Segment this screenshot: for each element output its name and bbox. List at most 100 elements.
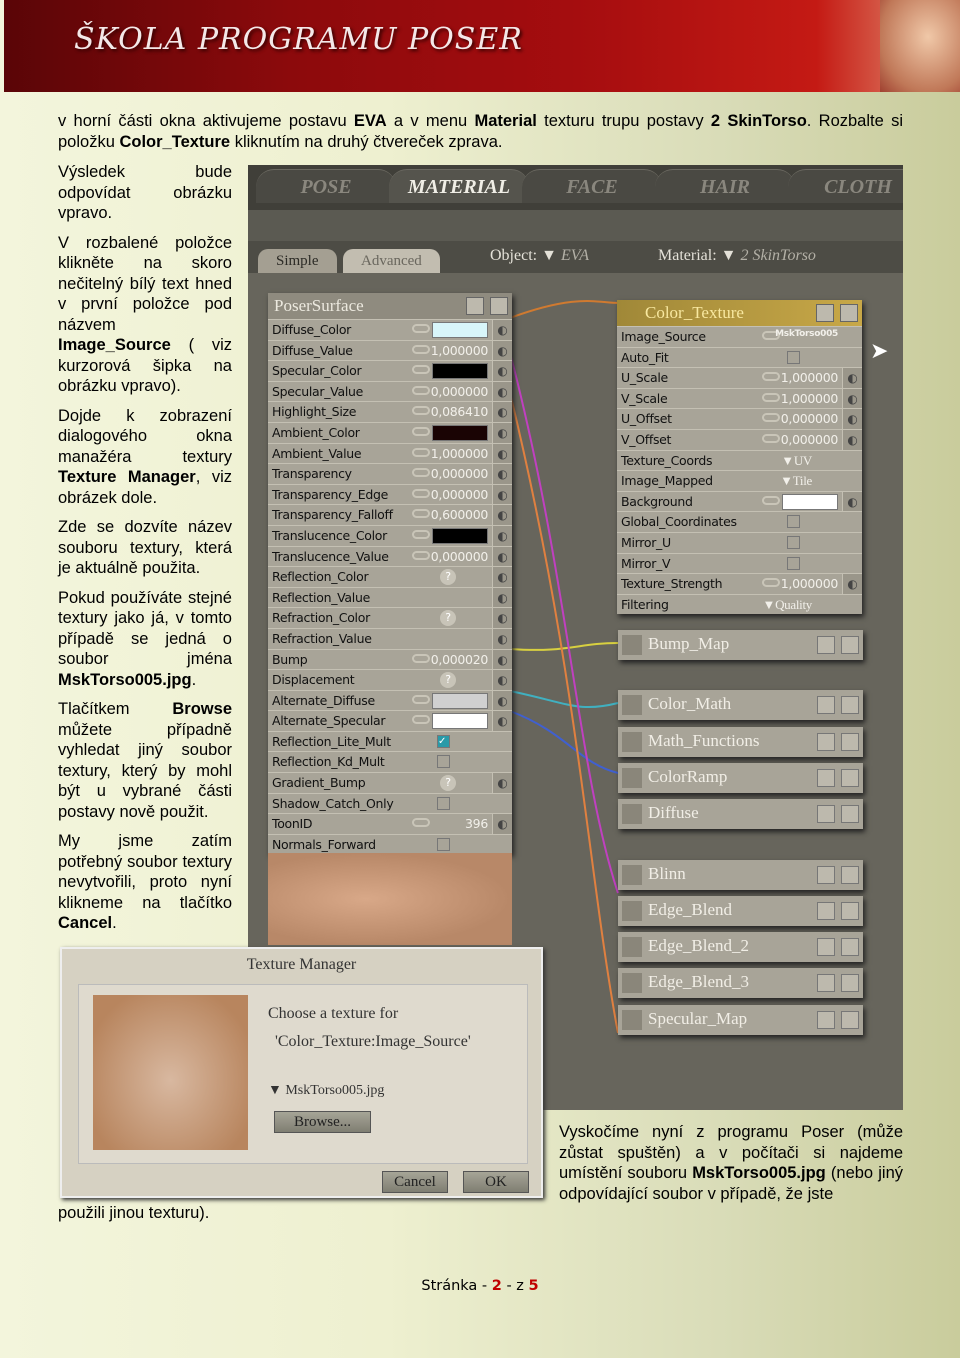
link-icon[interactable] <box>762 433 780 443</box>
tab-hair[interactable]: HAIR <box>655 169 795 203</box>
collapse-icon[interactable] <box>840 304 858 322</box>
link-icon[interactable] <box>412 468 430 478</box>
input-plug-icon[interactable]: ◐ <box>492 422 512 443</box>
input-plug-icon[interactable]: ◐ <box>492 649 512 670</box>
options-icon[interactable] <box>817 902 835 920</box>
input-plug-icon[interactable]: ◐ <box>492 505 512 526</box>
input-plug-icon[interactable]: ◐ <box>492 464 512 485</box>
input-plug-icon[interactable]: ◐ <box>492 402 512 423</box>
link-icon[interactable] <box>412 324 430 333</box>
checkbox[interactable] <box>437 796 450 810</box>
color-swatch[interactable] <box>782 493 838 510</box>
node-edge-blend-3[interactable]: Edge_Blend_3 <box>618 968 863 998</box>
help-icon[interactable]: ? <box>440 610 456 627</box>
input-plug-icon[interactable]: ◐ <box>492 773 512 794</box>
options-icon[interactable] <box>817 733 835 751</box>
link-icon[interactable] <box>412 344 430 354</box>
param-value[interactable]: 0,086410 <box>431 404 489 419</box>
browse-button[interactable]: Browse... <box>274 1111 371 1133</box>
checkbox[interactable] <box>437 755 450 769</box>
link-icon[interactable] <box>412 818 430 828</box>
tab-simple[interactable]: Simple <box>258 249 337 275</box>
checkbox[interactable] <box>787 515 800 529</box>
link-icon[interactable] <box>412 653 430 663</box>
node-bump-map[interactable]: Bump_Map <box>618 630 863 660</box>
link-icon[interactable] <box>412 447 430 457</box>
object-selector[interactable]: Object: ▼ EVA <box>490 247 589 265</box>
expand-icon[interactable] <box>841 696 859 714</box>
color-swatch[interactable] <box>432 713 488 730</box>
link-icon[interactable] <box>412 715 430 725</box>
collapse-icon[interactable] <box>490 297 508 315</box>
input-plug-icon[interactable]: ◐ <box>842 409 862 430</box>
options-icon[interactable] <box>817 696 835 714</box>
tab-pose[interactable]: POSE <box>256 169 396 203</box>
checkbox[interactable]: ✓ <box>437 734 450 748</box>
options-icon[interactable] <box>817 636 835 654</box>
input-plug-icon[interactable]: ◐ <box>492 690 512 711</box>
param-value[interactable]: 396 <box>465 816 488 831</box>
options-icon[interactable] <box>817 769 835 787</box>
link-icon[interactable] <box>412 426 430 436</box>
input-plug-icon[interactable]: ◐ <box>492 525 512 546</box>
input-plug-icon[interactable]: ◐ <box>492 587 512 608</box>
input-plug-icon[interactable]: ◐ <box>492 711 512 732</box>
input-plug-icon[interactable]: ◐ <box>842 429 862 450</box>
param-value[interactable]: MskTorso005 <box>775 329 838 339</box>
param-value[interactable]: 0,000000 <box>781 411 839 426</box>
dropdown[interactable]: ▼Tile <box>780 473 812 489</box>
node-math-functions[interactable]: Math_Functions <box>618 727 863 757</box>
link-icon[interactable] <box>762 495 780 505</box>
texture-file-dropdown[interactable]: ▼ MskTorso005.jpg <box>268 1083 384 1099</box>
param-value[interactable]: 0,000020 <box>431 652 489 667</box>
input-plug-icon[interactable]: ◐ <box>492 546 512 567</box>
param-value[interactable]: 0,000000 <box>431 549 489 564</box>
options-icon[interactable] <box>817 974 835 992</box>
input-plug-icon[interactable]: ◐ <box>492 361 512 382</box>
checkbox[interactable] <box>437 837 450 851</box>
expand-icon[interactable] <box>841 636 859 654</box>
dropdown[interactable]: ▼Quality <box>763 597 813 613</box>
help-icon[interactable]: ? <box>440 569 456 586</box>
tab-material[interactable]: MATERIAL <box>389 169 529 203</box>
cancel-button[interactable]: Cancel <box>382 1171 448 1193</box>
param-value[interactable]: 0,000000 <box>431 466 489 481</box>
input-plug-icon[interactable]: ◐ <box>842 388 862 409</box>
link-icon[interactable] <box>762 392 780 402</box>
tab-advanced[interactable]: Advanced <box>343 249 440 275</box>
node-blinn[interactable]: Blinn <box>618 860 863 890</box>
link-icon[interactable] <box>762 578 780 588</box>
color-swatch[interactable] <box>432 363 488 380</box>
link-icon[interactable] <box>762 413 780 423</box>
ok-button[interactable]: OK <box>463 1171 529 1193</box>
param-value[interactable]: 1,000000 <box>431 446 489 461</box>
param-value[interactable]: 0,000000 <box>781 432 839 447</box>
tab-face[interactable]: FACE <box>522 169 662 203</box>
expand-icon[interactable] <box>841 733 859 751</box>
options-icon[interactable] <box>817 1011 835 1029</box>
dropdown[interactable]: ▼UV <box>781 453 812 469</box>
input-plug-icon[interactable]: ◐ <box>492 814 512 835</box>
input-plug-icon[interactable]: ◐ <box>492 320 512 340</box>
node-specular-map[interactable]: Specular_Map <box>618 1005 863 1035</box>
input-plug-icon[interactable]: ◐ <box>492 484 512 505</box>
input-plug-icon[interactable]: ◐ <box>492 443 512 464</box>
link-icon[interactable] <box>762 372 780 382</box>
color-swatch[interactable] <box>432 527 488 544</box>
input-plug-icon[interactable]: ◐ <box>842 574 862 595</box>
param-value[interactable]: 0,000000 <box>431 384 489 399</box>
help-icon[interactable]: ? <box>440 775 456 792</box>
node-colorramp[interactable]: ColorRamp <box>618 763 863 793</box>
input-plug-icon[interactable]: ◐ <box>492 381 512 402</box>
checkbox[interactable] <box>787 556 800 570</box>
checkbox[interactable] <box>787 350 800 364</box>
param-value[interactable]: 0,000000 <box>431 487 489 502</box>
node-color-math[interactable]: Color_Math <box>618 690 863 720</box>
input-plug-icon[interactable]: ◐ <box>492 670 512 691</box>
expand-icon[interactable] <box>841 769 859 787</box>
color-swatch[interactable] <box>432 692 488 709</box>
input-plug-icon[interactable]: ◐ <box>492 567 512 588</box>
node-edge-blend-2[interactable]: Edge_Blend_2 <box>618 932 863 962</box>
input-plug-icon[interactable]: ◐ <box>842 368 862 389</box>
tab-cloth[interactable]: CLOTH <box>788 169 903 203</box>
